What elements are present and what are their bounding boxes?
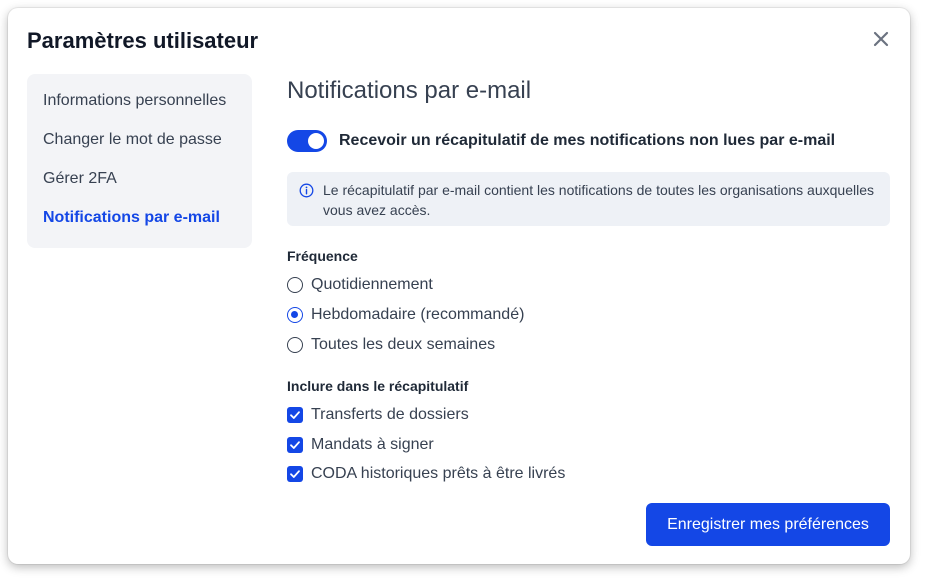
- include-label: Inclure dans le récapitulatif: [287, 378, 469, 394]
- option-label: Toutes les deux semaines: [311, 336, 496, 353]
- frequency-option-biweekly[interactable]: Toutes les deux semaines: [287, 336, 495, 354]
- settings-modal: Paramètres utilisateur Informations pers…: [8, 8, 910, 564]
- modal-title: Paramètres utilisateur: [27, 28, 259, 53]
- include-option-file-transfers[interactable]: Transferts de dossiers: [287, 406, 469, 424]
- checkbox-icon[interactable]: [287, 407, 303, 423]
- radio-icon[interactable]: [287, 337, 303, 353]
- info-text: Le récapitulatif par e-mail contient les…: [323, 182, 874, 218]
- include-option-mandates[interactable]: Mandats à signer: [287, 436, 434, 454]
- radio-icon[interactable]: [287, 307, 303, 323]
- digest-toggle-label: Recevoir un récapitulatif de mes notific…: [339, 132, 836, 149]
- checkbox-icon[interactable]: [287, 466, 303, 482]
- digest-toggle-row: Recevoir un récapitulatif de mes notific…: [287, 130, 835, 152]
- section-title: Notifications par e-mail: [287, 77, 532, 104]
- sidebar-item-personal-info[interactable]: Informations personnelles: [43, 86, 252, 125]
- option-label: Transferts de dossiers: [311, 406, 469, 423]
- frequency-label: Fréquence: [287, 248, 358, 264]
- close-icon[interactable]: [870, 28, 892, 50]
- info-box: Le récapitulatif par e-mail contient les…: [287, 172, 890, 226]
- save-preferences-button[interactable]: Enregistrer mes préférences: [646, 503, 890, 546]
- option-label: Hebdomadaire (recommandé): [311, 306, 525, 323]
- settings-sidebar: Informations personnelles Changer le mot…: [27, 74, 252, 248]
- option-label: Quotidiennement: [311, 276, 433, 293]
- include-option-coda[interactable]: CODA historiques prêts à être livrés: [287, 465, 565, 483]
- sidebar-item-manage-2fa[interactable]: Gérer 2FA: [43, 164, 252, 203]
- toggle-knob: [308, 133, 324, 149]
- notifications-panel: Notifications par e-mail Recevoir un réc…: [287, 74, 890, 482]
- checkbox-icon[interactable]: [287, 437, 303, 453]
- digest-toggle[interactable]: [287, 130, 327, 152]
- option-label: Mandats à signer: [311, 436, 434, 453]
- option-label: CODA historiques prêts à être livrés: [311, 465, 566, 482]
- sidebar-item-email-notifications[interactable]: Notifications par e-mail: [43, 203, 252, 242]
- sidebar-item-change-password[interactable]: Changer le mot de passe: [43, 125, 252, 164]
- frequency-option-weekly[interactable]: Hebdomadaire (recommandé): [287, 306, 524, 324]
- frequency-option-daily[interactable]: Quotidiennement: [287, 276, 433, 294]
- info-icon: [299, 183, 314, 198]
- radio-icon[interactable]: [287, 277, 303, 293]
